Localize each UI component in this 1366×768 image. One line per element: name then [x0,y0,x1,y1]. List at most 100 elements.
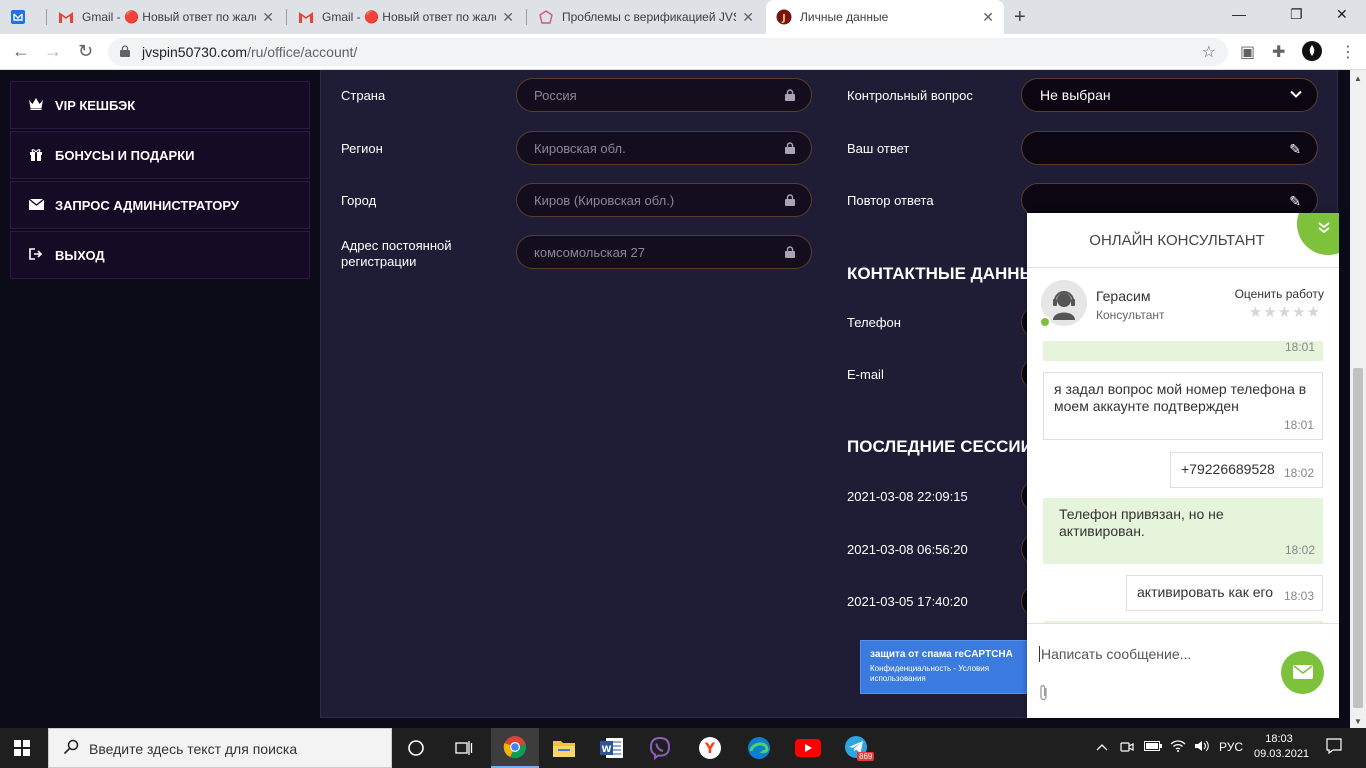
svg-text:J: J [781,13,786,24]
svg-text:W: W [602,745,612,755]
page-scrollbar[interactable]: ▲ ▼ [1350,70,1366,730]
new-tab-icon[interactable]: + [1014,6,1026,29]
tab-title: Gmail - 🔴 Новый ответ по жалобе [82,10,257,24]
close-icon[interactable]: ✕ [262,9,274,26]
windows-taskbar: Введите здесь текст для поиска W Y 869 Р… [0,728,1366,768]
taskbar-clock[interactable]: 18:03 09.03.2021 [1254,732,1309,762]
send-message-button[interactable] [1281,651,1324,694]
address-field: комсомольская 27 [516,235,812,269]
lock-icon [785,246,795,258]
battery-icon[interactable] [1144,740,1162,754]
bookmark-star-icon[interactable]: ☆ [1202,42,1216,62]
gmail-icon [58,9,74,25]
city-field: Киров (Кировская обл.) [516,183,812,217]
city-label: Город [341,193,377,208]
browser-tab-bar: Gmail - 🔴 Новый ответ по жалобе ✕ Gmail … [0,0,1366,34]
tab-separator [46,9,47,25]
sidebar-item-admin-request[interactable]: ЗАПРОС АДМИНИСТРАТОРУ [10,181,310,229]
recaptcha-links[interactable]: Конфиденциальность - Условия использован… [870,664,1029,684]
answer-input[interactable]: ✎ [1021,131,1318,165]
message-time: 18:02 [1283,466,1314,480]
minimize-icon[interactable]: — [1232,6,1246,22]
country-value: Россия [534,87,577,103]
cortana-icon[interactable] [392,728,440,768]
tab-gmail-1[interactable]: Gmail - 🔴 Новый ответ по жалобе ✕ [48,0,284,34]
back-icon[interactable]: ← [12,41,30,62]
volume-icon[interactable] [1194,740,1210,755]
sidebar-item-vip-cashback[interactable]: VIP КЕШБЭК [10,81,310,129]
language-indicator[interactable]: РУС [1219,740,1243,754]
chat-message-input[interactable]: Написать сообщение... [1038,646,1191,662]
region-field: Кировская обл. [516,131,812,165]
youtube-icon[interactable] [784,728,832,768]
chat-message: 18:01 [1043,341,1323,361]
yandex-browser-icon[interactable]: Y [686,728,734,768]
address-bar: ← → ↻ jvspin50730.com/ru/office/account/… [0,34,1366,70]
recaptcha-badge[interactable]: защита от спама reCAPTCHA Конфиденциальн… [860,640,1030,694]
chrome-taskbar-icon[interactable] [491,728,539,768]
online-consultant-chat: ОНЛАЙН КОНСУЛЬТАНТ Герасим Консультант О… [1027,213,1339,718]
close-icon[interactable]: ✕ [982,9,994,26]
close-icon[interactable]: ✕ [742,9,754,26]
chat-messages: 18:01 я задал вопрос мой номер телефона … [1027,341,1339,623]
search-icon [63,739,79,760]
taskbar-search[interactable]: Введите здесь текст для поиска [48,728,392,768]
close-icon[interactable]: ✕ [502,9,514,26]
session-date: 2021-03-08 22:09:15 [847,489,968,504]
security-question-select[interactable]: Не выбран [1021,78,1318,112]
viber-icon[interactable] [636,728,684,768]
message-time: 18:02 [1284,543,1315,557]
lock-icon [785,89,795,101]
more-menu-icon[interactable]: ⋮ [1340,42,1356,62]
forward-icon[interactable]: → [44,41,62,62]
agent-avatar [1039,280,1087,328]
phone-label: Телефон [847,315,901,330]
sidebar-item-label: VIP КЕШБЭК [55,97,136,113]
agent-role: Консультант [1096,308,1165,322]
rating-stars[interactable]: ★★★★★ [1249,303,1321,321]
pencil-icon: ✎ [1289,141,1301,157]
address-value: комсомольская 27 [534,244,645,260]
sidebar-item-exit[interactable]: ВЫХОД [10,231,310,279]
chat-message: +79226689528 18:02 [1170,452,1323,488]
notification-icon[interactable] [1326,738,1342,757]
file-explorer-icon[interactable] [540,728,588,768]
telegram-icon[interactable]: 869 [833,728,881,768]
lock-icon [785,142,795,154]
answer-repeat-input[interactable]: ✎ [1021,183,1318,217]
sidebar-item-bonuses[interactable]: БОНУСЫ И ПОДАРКИ [10,131,310,179]
mail-app-icon [10,9,26,25]
tray-chevron-up-icon[interactable] [1096,740,1108,754]
paperclip-icon[interactable] [1039,684,1049,707]
tab-account[interactable]: J Личные данные ✕ [766,0,1004,34]
tray-camera-icon[interactable] [1120,740,1134,757]
sidebar-item-label: ВЫХОД [55,247,105,263]
url-domain: jvspin50730.com [142,44,248,60]
maximize-icon[interactable]: ❐ [1290,6,1303,23]
lock-icon [785,194,795,206]
task-view-icon[interactable] [440,728,488,768]
reload-icon[interactable]: ↻ [78,41,93,62]
scroll-down-icon[interactable]: ▼ [1354,717,1362,726]
exit-icon [27,247,45,263]
windows-start-icon[interactable] [14,740,30,756]
scroll-up-icon[interactable]: ▲ [1354,74,1362,83]
url-path: /ru/office/account/ [247,44,358,60]
profile-avatar[interactable] [1302,41,1322,66]
word-icon[interactable]: W [588,728,636,768]
window-close-icon[interactable]: ✕ [1336,6,1348,23]
scrollbar-thumb[interactable] [1353,368,1363,708]
tab-gmail-2[interactable]: Gmail - 🔴 Новый ответ по жалобе ✕ [288,0,524,34]
online-status-dot [1039,316,1051,328]
url-field[interactable]: jvspin50730.com/ru/office/account/ ☆ [108,38,1228,66]
chat-input-area: Написать сообщение... [1027,623,1339,718]
tab-title: Gmail - 🔴 Новый ответ по жалобе [322,10,497,24]
tab-mail-app[interactable] [0,0,46,34]
wifi-icon[interactable] [1170,740,1186,755]
edge-icon[interactable] [735,728,783,768]
answer-repeat-label: Повтор ответа [847,193,934,208]
tab-forum[interactable]: Проблемы с верификацией JVSPIN ✕ [528,0,764,34]
contacts-title: КОНТАКТНЫЕ ДАННЫЕ [847,264,1048,283]
extension-icon[interactable]: ▣ [1240,42,1255,62]
puzzle-icon[interactable]: ✚ [1272,42,1285,62]
